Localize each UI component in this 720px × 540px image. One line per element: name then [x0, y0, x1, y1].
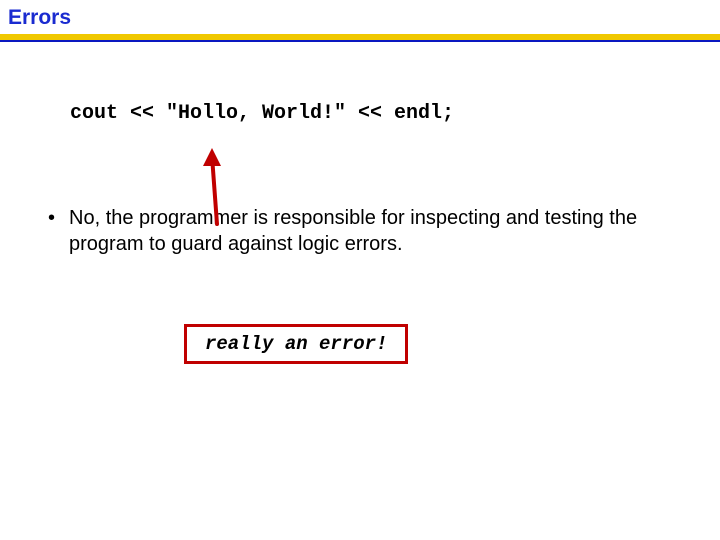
error-callout: really an error!	[184, 324, 408, 364]
up-arrow-icon	[202, 148, 232, 226]
title-bar: Errors	[0, 0, 720, 32]
page-title: Errors	[8, 6, 71, 29]
blue-divider	[0, 40, 720, 42]
code-line: cout << "Hollo, World!" << endl;	[70, 102, 720, 125]
bullet-text: No, the programmer is responsible for in…	[69, 205, 648, 257]
list-item: • No, the programmer is responsible for …	[48, 205, 648, 257]
callout-text: really an error!	[205, 333, 387, 355]
bullet-block: • No, the programmer is responsible for …	[48, 205, 648, 257]
bullet-dot-icon: •	[48, 205, 55, 231]
